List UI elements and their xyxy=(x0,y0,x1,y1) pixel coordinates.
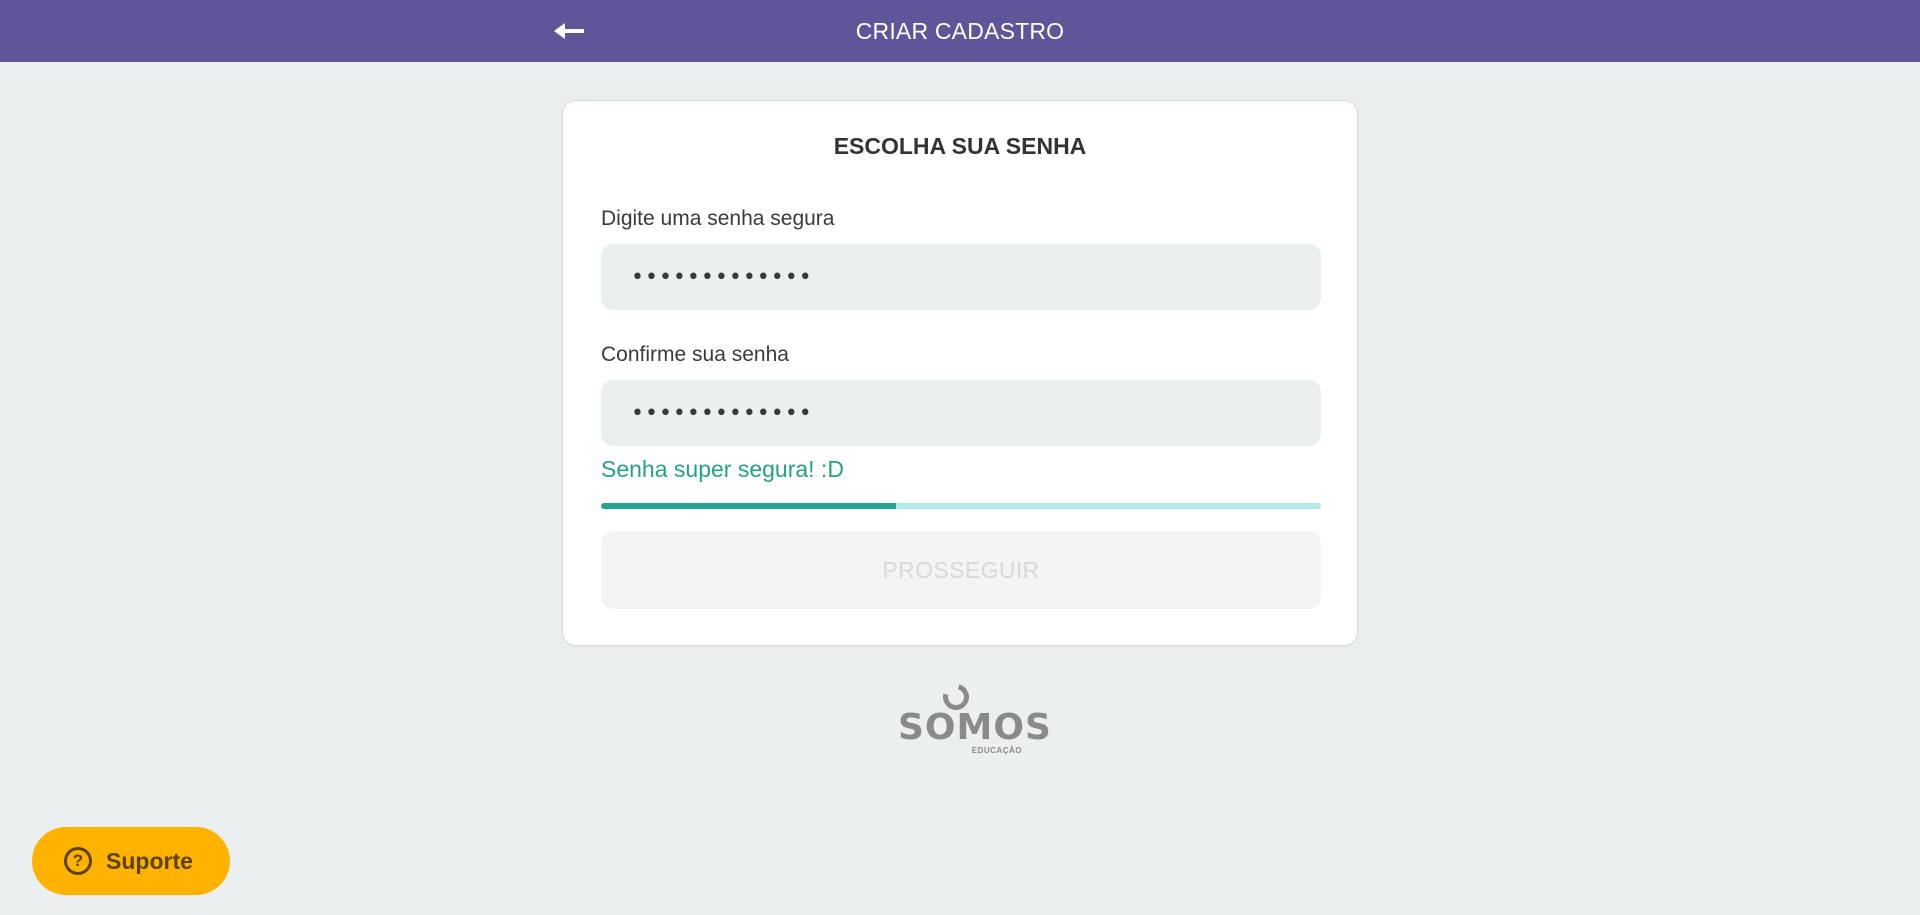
logo-subtitle: EDUCAÇÃO xyxy=(971,746,1022,755)
logo-wordmark: SOMOS xyxy=(898,707,1052,748)
support-button[interactable]: ? Suporte xyxy=(32,827,230,895)
confirm-password-label: Confirme sua senha xyxy=(601,343,789,366)
somos-logo: SOMOS EDUCAÇÃO xyxy=(896,679,1052,762)
top-bar: CRIAR CADASTRO xyxy=(0,0,1920,62)
page-title: CRIAR CADASTRO xyxy=(855,18,1065,44)
password-input[interactable] xyxy=(601,244,1321,310)
password-strength-text: Senha super segura! :D xyxy=(601,456,844,482)
password-card: ESCOLHA SUA SENHA Digite uma senha segur… xyxy=(562,100,1358,646)
password-label: Digite uma senha segura xyxy=(601,207,835,230)
password-strength-bar xyxy=(601,503,1321,509)
confirm-password-input[interactable] xyxy=(601,380,1321,446)
support-label: Suporte xyxy=(106,848,193,874)
card-title: ESCOLHA SUA SENHA xyxy=(833,133,1087,159)
proceed-button[interactable]: PROSSEGUIR xyxy=(601,531,1321,609)
password-strength-fill xyxy=(601,503,897,509)
question-circle-icon: ? xyxy=(64,847,92,875)
